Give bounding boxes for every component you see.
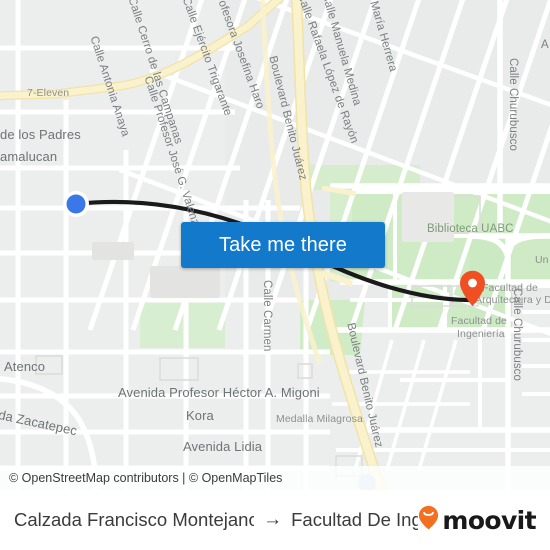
attribution-text: © OpenStreetMap contributors | © OpenMap… <box>9 471 283 485</box>
destination-marker-pin[interactable] <box>459 270 486 307</box>
trip-origin-label: Calzada Francisco Montejano / ... <box>14 509 255 530</box>
moovit-pin-icon <box>418 505 439 535</box>
origin-marker[interactable] <box>62 190 90 218</box>
moovit-logo[interactable]: moovit <box>418 505 537 535</box>
trip-footer-bar: Calzada Francisco Montejano / ... → Facu… <box>0 490 550 550</box>
arrow-right-icon: → <box>263 509 283 530</box>
moovit-map-screen: 7-Eleven Calle Antonia Anaya Calle Cerro d… <box>0 0 550 550</box>
trip-destination-label: Facultad De Ing... <box>291 509 419 530</box>
take-me-there-button[interactable]: Take me there <box>181 222 385 268</box>
map-canvas[interactable]: 7-Eleven Calle Antonia Anaya Calle Cerro d… <box>0 0 550 490</box>
map-attribution: © OpenStreetMap contributors | © OpenMap… <box>0 466 550 490</box>
moovit-wordmark: moovit <box>442 505 536 535</box>
